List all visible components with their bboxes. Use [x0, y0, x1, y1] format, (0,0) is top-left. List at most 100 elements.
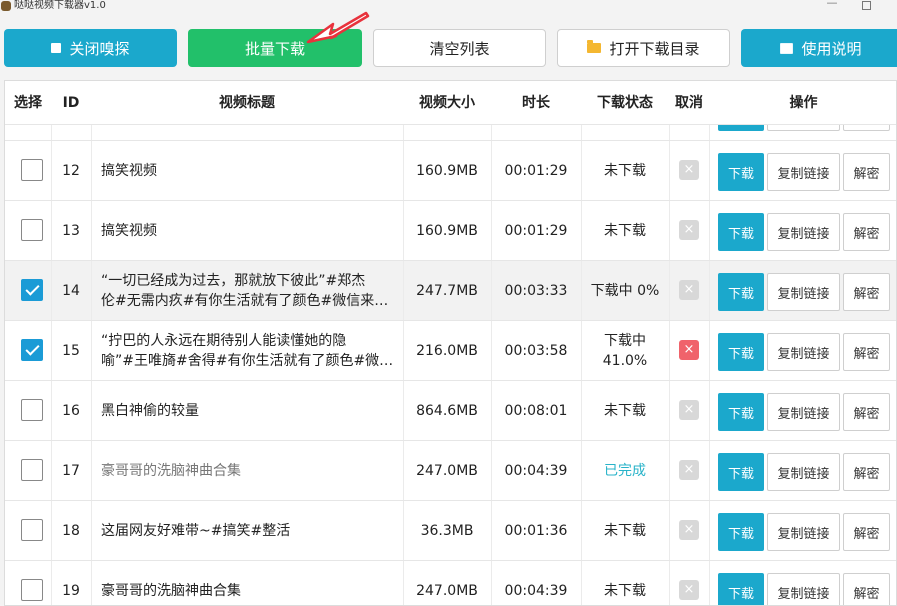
row-title: “拧巴的人永远在期待别人能读懂她的隐 喻”#王唯旖#舍得#有你生活就有了颜色#微…	[101, 321, 401, 381]
row-size: 216.0MB	[403, 321, 491, 381]
row-checkbox[interactable]	[21, 579, 43, 601]
title-line: 伦#无需内疚#有你生活就有了颜色#微信来…	[101, 293, 389, 309]
row-size-text: 36.3MB	[420, 523, 474, 539]
row-checkbox[interactable]	[21, 519, 43, 541]
row-status: 未下载	[581, 381, 669, 441]
row-title: 这届网友好难带~#搞笑#整活	[101, 501, 401, 561]
open-download-dir-button[interactable]: 打开下载目录	[557, 29, 730, 67]
decrypt-button[interactable]: 解密	[843, 513, 890, 551]
cancel-icon[interactable]: ×	[679, 580, 699, 600]
table-row[interactable]: 11 搞笑视频 160.9MB 00:01:29 未下载 × 下载 复制链接 解…	[5, 125, 896, 141]
row-checkbox[interactable]	[21, 279, 43, 301]
row-checkbox[interactable]	[21, 459, 43, 481]
copy-link-button[interactable]: 复制链接	[767, 453, 840, 491]
table-body[interactable]: 11 搞笑视频 160.9MB 00:01:29 未下载 × 下载 复制链接 解…	[5, 125, 896, 605]
row-id: 13	[51, 201, 91, 261]
row-size: 160.9MB	[403, 125, 491, 141]
row-duration-text: 00:01:29	[504, 163, 568, 179]
table-row[interactable]: 13 搞笑视频 160.9MB 00:01:29 未下载 × 下载 复制链接 解…	[5, 201, 896, 261]
cancel-icon[interactable]: ×	[679, 220, 699, 240]
row-size-text: 160.9MB	[416, 163, 478, 179]
table-row[interactable]: 17 豪哥哥的洗脑神曲合集 247.0MB 00:04:39 已完成 × 下载 …	[5, 441, 896, 501]
download-button[interactable]: 下载	[718, 153, 764, 191]
row-size-text: 864.6MB	[416, 403, 478, 419]
maximize-icon[interactable]	[862, 1, 871, 10]
cancel-icon[interactable]: ×	[679, 280, 699, 300]
decrypt-button[interactable]: 解密	[843, 393, 890, 431]
row-id-text: 13	[62, 223, 80, 239]
close-sniff-button[interactable]: 关闭嗅探	[4, 29, 177, 67]
row-checkbox[interactable]	[21, 159, 43, 181]
download-button[interactable]: 下载	[718, 125, 764, 131]
batch-download-button[interactable]: 批量下载	[188, 29, 362, 67]
copy-link-button[interactable]: 复制链接	[767, 125, 840, 131]
clear-list-button[interactable]: 清空列表	[373, 29, 546, 67]
row-size-text: 216.0MB	[416, 343, 478, 359]
decrypt-button[interactable]: 解密	[843, 213, 890, 251]
row-status: 已完成	[581, 441, 669, 501]
copy-link-button[interactable]: 复制链接	[767, 273, 840, 311]
download-button[interactable]: 下载	[718, 393, 764, 431]
copy-link-button[interactable]: 复制链接	[767, 573, 840, 605]
decrypt-button[interactable]: 解密	[843, 453, 890, 491]
row-id: 18	[51, 501, 91, 561]
cancel-icon[interactable]: ×	[679, 520, 699, 540]
row-checkbox[interactable]	[21, 219, 43, 241]
download-button[interactable]: 下载	[718, 333, 764, 371]
table-row[interactable]: 12 搞笑视频 160.9MB 00:01:29 未下载 × 下载 复制链接 解…	[5, 141, 896, 201]
decrypt-button[interactable]: 解密	[843, 333, 890, 371]
row-id: 14	[51, 261, 91, 321]
row-duration-text: 00:01:29	[504, 223, 568, 239]
title-line: 搞笑视频	[101, 163, 157, 179]
title-bar: 哒哒视频下载器v1.0 —	[0, 0, 897, 14]
row-title-text: 豪哥哥的洗脑神曲合集	[101, 461, 241, 481]
decrypt-button[interactable]: 解密	[843, 573, 890, 605]
table-row[interactable]: 18 这届网友好难带~#搞笑#整活 36.3MB 00:01:36 未下载 × …	[5, 501, 896, 561]
cancel-icon[interactable]: ×	[679, 340, 699, 360]
download-button[interactable]: 下载	[718, 273, 764, 311]
row-title: 搞笑视频	[101, 201, 401, 261]
cancel-icon[interactable]: ×	[679, 400, 699, 420]
cancel-icon[interactable]: ×	[679, 160, 699, 180]
minimize-icon[interactable]: —	[826, 0, 838, 9]
decrypt-button[interactable]: 解密	[843, 153, 890, 191]
copy-link-button[interactable]: 复制链接	[767, 333, 840, 371]
row-size-text: 160.9MB	[416, 223, 478, 239]
row-id: 17	[51, 441, 91, 501]
row-status-text: 已完成	[604, 461, 646, 481]
table-header: 选择 ID 视频标题 视频大小 时长 下载状态 取消 操作	[5, 81, 896, 125]
copy-link-button[interactable]: 复制链接	[767, 513, 840, 551]
help-button[interactable]: 使用说明	[741, 29, 897, 67]
row-title-text: “一切已经成为过去，那就放下彼此”#郑杰 伦#无需内疚#有你生活就有了颜色#微信来…	[101, 271, 388, 311]
copy-link-button[interactable]: 复制链接	[767, 213, 840, 251]
download-button[interactable]: 下载	[718, 453, 764, 491]
download-button[interactable]: 下载	[718, 573, 764, 605]
table-row[interactable]: 19 豪哥哥的洗脑神曲合集 247.0MB 00:04:39 未下载 × 下载 …	[5, 561, 896, 605]
decrypt-button[interactable]: 解密	[843, 273, 890, 311]
row-duration-text: 00:03:33	[504, 283, 568, 299]
table-row[interactable]: 15 “拧巴的人永远在期待别人能读懂她的隐 喻”#王唯旖#舍得#有你生活就有了颜色…	[5, 321, 896, 381]
row-duration-text: 00:04:39	[504, 463, 568, 479]
folder-icon	[587, 40, 602, 53]
row-checkbox[interactable]	[21, 399, 43, 421]
cancel-icon[interactable]: ×	[679, 460, 699, 480]
row-size-text: 247.7MB	[416, 283, 478, 299]
download-button[interactable]: 下载	[718, 213, 764, 251]
row-title-text: “拧巴的人永远在期待别人能读懂她的隐 喻”#王唯旖#舍得#有你生活就有了颜色#微…	[101, 331, 393, 371]
row-id-text: 14	[62, 283, 80, 299]
row-duration: 00:03:33	[491, 261, 581, 321]
row-size: 247.7MB	[403, 261, 491, 321]
table-row[interactable]: 16 黑白神偷的较量 864.6MB 00:08:01 未下载 × 下载 复制链…	[5, 381, 896, 441]
copy-link-button[interactable]: 复制链接	[767, 153, 840, 191]
table-row[interactable]: 14 “一切已经成为过去，那就放下彼此”#郑杰 伦#无需内疚#有你生活就有了颜色#…	[5, 261, 896, 321]
row-duration-text: 00:01:36	[504, 523, 568, 539]
row-status: 未下载	[581, 125, 669, 141]
row-title: 豪哥哥的洗脑神曲合集	[101, 441, 401, 501]
row-id: 15	[51, 321, 91, 381]
row-checkbox[interactable]	[21, 339, 43, 361]
decrypt-button[interactable]: 解密	[843, 125, 890, 131]
row-duration-text: 00:04:39	[504, 583, 568, 599]
stop-icon	[51, 43, 62, 53]
download-button[interactable]: 下载	[718, 513, 764, 551]
copy-link-button[interactable]: 复制链接	[767, 393, 840, 431]
